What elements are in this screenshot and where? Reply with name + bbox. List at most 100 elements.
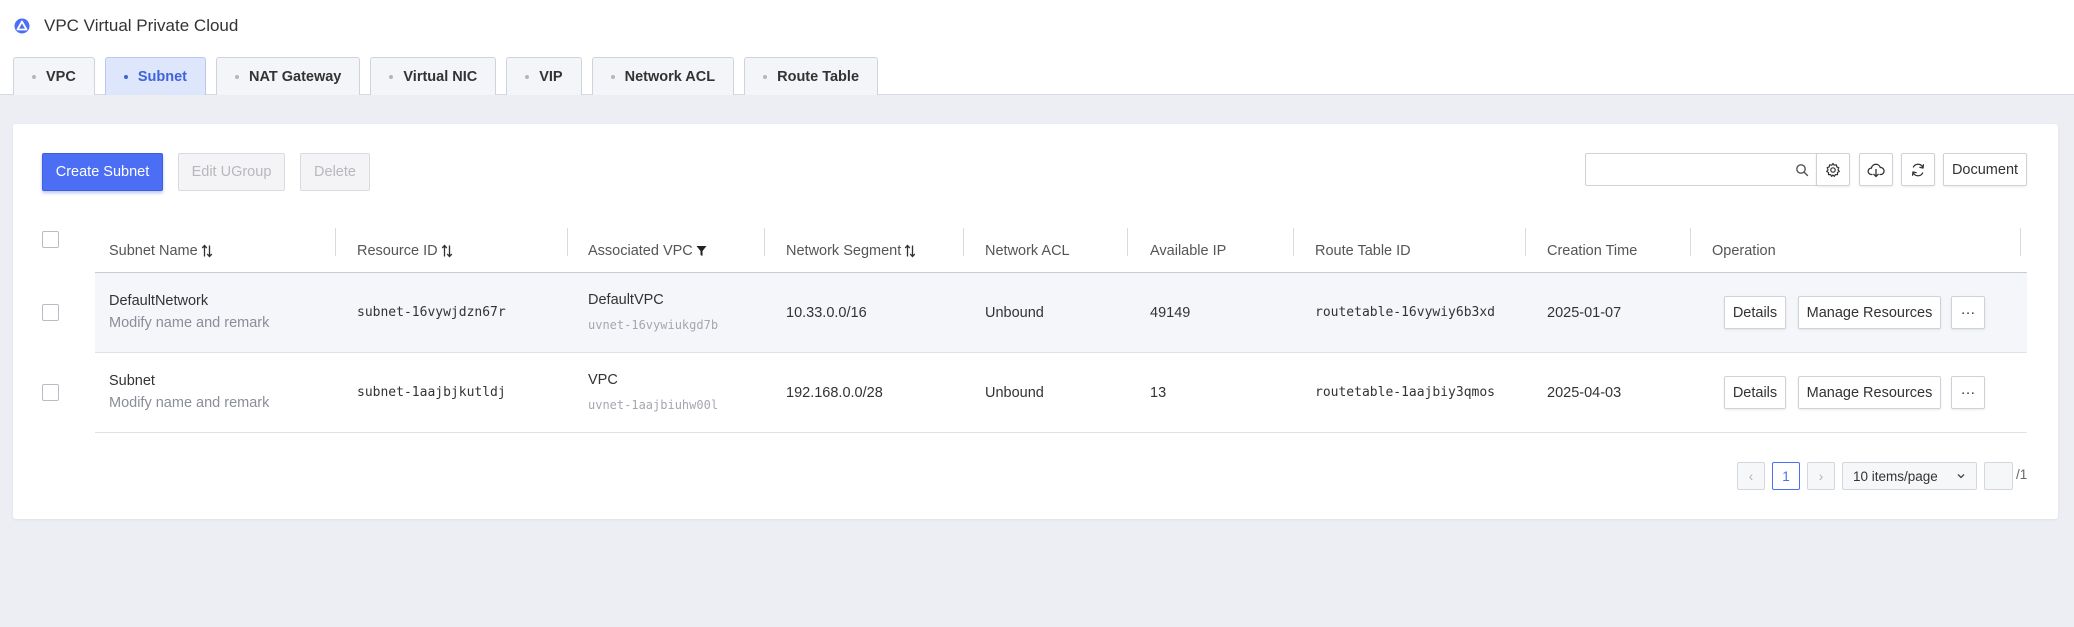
column-header-route-table-id: Route Table ID bbox=[1315, 241, 1411, 261]
sort-icon[interactable] bbox=[441, 244, 453, 258]
column-header-creation-time: Creation Time bbox=[1547, 241, 1637, 261]
column-label: Network ACL bbox=[985, 243, 1070, 259]
tab-bar: VPC Subnet NAT Gateway Virtual NIC VIP N… bbox=[13, 57, 879, 95]
column-header-available-ip: Available IP bbox=[1150, 241, 1226, 261]
tab-label: VIP bbox=[539, 68, 563, 85]
tab-label: Network ACL bbox=[624, 68, 716, 85]
refresh-icon bbox=[1911, 163, 1925, 176]
chevron-down-icon bbox=[1957, 474, 1965, 479]
gear-icon bbox=[1826, 162, 1840, 177]
prev-page-button[interactable]: ‹ bbox=[1737, 462, 1765, 490]
resource-id: subnet-16vywjdzn67r bbox=[357, 305, 506, 320]
tab-subnet[interactable]: Subnet bbox=[104, 57, 206, 95]
search-input[interactable] bbox=[1585, 153, 1819, 186]
row-checkbox[interactable] bbox=[42, 384, 59, 401]
route-table-id: routetable-16vywiy6b3xd bbox=[1315, 305, 1496, 320]
cloud-triangle-icon bbox=[14, 18, 30, 34]
page-size-value: 10 items/page bbox=[1853, 468, 1938, 484]
tab-nat-gateway[interactable]: NAT Gateway bbox=[215, 57, 361, 95]
app-title: VPC Virtual Private Cloud bbox=[14, 16, 238, 36]
settings-button[interactable] bbox=[1816, 153, 1850, 186]
tab-vip[interactable]: VIP bbox=[506, 57, 582, 95]
download-button[interactable] bbox=[1859, 153, 1893, 186]
column-divider bbox=[335, 228, 336, 256]
column-label: Resource ID bbox=[357, 243, 438, 259]
more-actions-button[interactable]: ··· bbox=[1951, 376, 1985, 409]
column-header-operation: Operation bbox=[1712, 241, 1776, 261]
delete-button[interactable]: Delete bbox=[300, 153, 370, 191]
app-title-text: VPC Virtual Private Cloud bbox=[44, 16, 239, 35]
column-label: Subnet Name bbox=[109, 243, 198, 259]
network-acl-status: Unbound bbox=[985, 385, 1044, 401]
modify-name-link[interactable]: Modify name and remark bbox=[109, 395, 269, 411]
details-button[interactable]: Details bbox=[1724, 296, 1786, 329]
column-divider bbox=[2020, 228, 2021, 256]
network-segment: 192.168.0.0/28 bbox=[786, 385, 883, 401]
column-divider bbox=[963, 228, 964, 256]
subnet-name[interactable]: DefaultNetwork bbox=[109, 293, 208, 309]
row-checkbox[interactable] bbox=[42, 304, 59, 321]
next-page-button[interactable]: › bbox=[1807, 462, 1835, 490]
creation-time: 2025-01-07 bbox=[1547, 305, 1622, 321]
table-row: Subnet Modify name and remark subnet-1aa… bbox=[95, 353, 2027, 433]
tab-route-table[interactable]: Route Table bbox=[744, 57, 879, 95]
total-pages: /1 bbox=[2016, 467, 2028, 482]
available-ip: 13 bbox=[1150, 385, 1167, 401]
vpc-id: uvnet-16vywiukgd7b bbox=[588, 318, 719, 332]
sort-icon[interactable] bbox=[201, 244, 213, 258]
vpc-id: uvnet-1aajbiuhw00l bbox=[588, 398, 719, 412]
manage-resources-button[interactable]: Manage Resources bbox=[1798, 296, 1941, 329]
tab-label: Route Table bbox=[777, 68, 860, 85]
more-icon: ··· bbox=[1960, 384, 1976, 401]
tab-virtual-nic[interactable]: Virtual NIC bbox=[370, 57, 497, 95]
column-divider bbox=[1525, 228, 1526, 256]
more-actions-button[interactable]: ··· bbox=[1951, 296, 1985, 329]
tab-dot-icon bbox=[525, 74, 530, 79]
vpc-name[interactable]: DefaultVPC bbox=[588, 292, 664, 308]
tab-label: VPC bbox=[46, 68, 76, 85]
document-button[interactable]: Document bbox=[1943, 153, 2027, 186]
vpc-name[interactable]: VPC bbox=[588, 372, 618, 388]
cloud-download-icon bbox=[1867, 163, 1885, 177]
column-divider bbox=[567, 228, 568, 256]
tab-network-acl[interactable]: Network ACL bbox=[591, 57, 735, 95]
filter-icon[interactable] bbox=[696, 245, 707, 257]
edit-ugroup-button[interactable]: Edit UGroup bbox=[178, 153, 285, 191]
tab-dot-icon bbox=[389, 74, 394, 79]
page-1-button[interactable]: 1 bbox=[1772, 462, 1800, 490]
column-label: Network Segment bbox=[786, 243, 902, 259]
column-header-subnet-name[interactable]: Subnet Name bbox=[109, 241, 213, 261]
column-header-network-segment[interactable]: Network Segment bbox=[786, 241, 916, 261]
tab-dot-icon bbox=[234, 74, 239, 79]
create-subnet-button[interactable]: Create Subnet bbox=[42, 153, 163, 191]
tab-dot-icon bbox=[32, 74, 36, 79]
details-button[interactable]: Details bbox=[1724, 376, 1786, 409]
column-divider bbox=[1690, 228, 1691, 256]
network-segment: 10.33.0.0/16 bbox=[786, 305, 867, 321]
column-divider bbox=[1293, 228, 1294, 256]
column-header-associated-vpc[interactable]: Associated VPC bbox=[588, 241, 707, 261]
creation-time: 2025-04-03 bbox=[1547, 385, 1622, 401]
sort-icon[interactable] bbox=[904, 244, 916, 258]
tab-dot-icon bbox=[763, 74, 768, 79]
column-header-resource-id[interactable]: Resource ID bbox=[357, 241, 453, 261]
refresh-button[interactable] bbox=[1901, 153, 1935, 186]
column-divider bbox=[1127, 228, 1128, 256]
subnet-name[interactable]: Subnet bbox=[109, 373, 155, 389]
column-label: Creation Time bbox=[1547, 243, 1638, 259]
tab-dot-icon bbox=[610, 74, 615, 79]
network-acl-status: Unbound bbox=[985, 305, 1044, 321]
more-icon: ··· bbox=[1960, 304, 1976, 321]
manage-resources-button[interactable]: Manage Resources bbox=[1798, 376, 1941, 409]
tab-label: Subnet bbox=[137, 68, 187, 85]
modify-name-link[interactable]: Modify name and remark bbox=[109, 315, 269, 331]
page-size-select[interactable]: 10 items/page bbox=[1842, 462, 1977, 490]
select-all-checkbox[interactable] bbox=[42, 231, 59, 248]
column-label: Associated VPC bbox=[588, 243, 693, 259]
top-bar: VPC Virtual Private Cloud VPC Subnet NAT… bbox=[0, 0, 2074, 95]
search-icon bbox=[1796, 164, 1809, 177]
page-jump-input[interactable] bbox=[1984, 462, 2013, 490]
subnet-panel: Create Subnet Edit UGroup Delete Documen… bbox=[13, 124, 2058, 519]
column-label: Available IP bbox=[1150, 243, 1227, 259]
tab-vpc[interactable]: VPC bbox=[13, 57, 95, 95]
